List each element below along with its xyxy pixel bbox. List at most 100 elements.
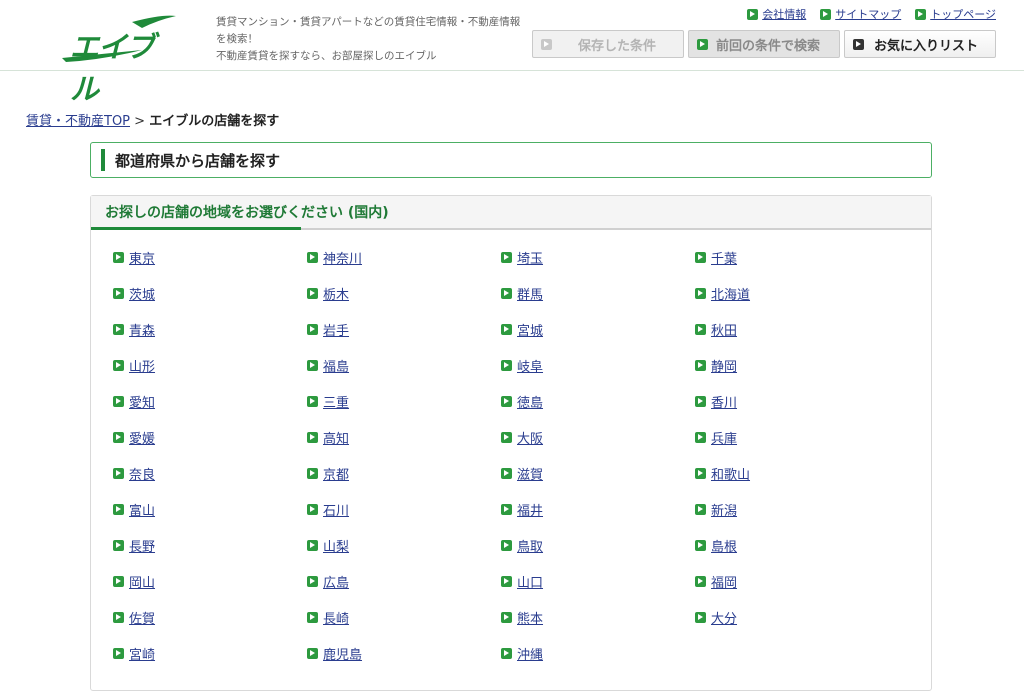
prefecture-link[interactable]: 岐阜 xyxy=(501,356,543,375)
prefecture-link[interactable]: 熊本 xyxy=(501,608,543,627)
prefecture-link[interactable]: 宮城 xyxy=(501,320,543,339)
prefecture-link[interactable]: 滋賀 xyxy=(501,464,543,483)
prefecture-label: 愛媛 xyxy=(129,432,156,447)
arrow-right-icon xyxy=(113,324,124,335)
prefecture-link[interactable]: 福井 xyxy=(501,500,543,519)
prefecture-link[interactable]: 千葉 xyxy=(695,248,737,267)
prefecture-link[interactable]: 山梨 xyxy=(307,536,349,555)
prefecture-label: 長崎 xyxy=(323,612,350,627)
favorites-list-button[interactable]: お気に入りリスト xyxy=(844,30,996,58)
arrow-right-icon xyxy=(307,360,318,371)
prefecture-link[interactable]: 岡山 xyxy=(113,572,155,591)
arrow-right-icon xyxy=(113,504,124,515)
arrow-right-icon xyxy=(307,252,318,263)
prefecture-link[interactable]: 徳島 xyxy=(501,392,543,411)
arrow-right-icon xyxy=(501,288,512,299)
prefecture-link[interactable]: 愛媛 xyxy=(113,428,155,447)
prefecture-link[interactable]: 岩手 xyxy=(307,320,349,339)
prefecture-link[interactable]: 茨城 xyxy=(113,284,155,303)
prefecture-label: 北海道 xyxy=(711,288,751,303)
arrow-right-icon xyxy=(113,252,124,263)
prefecture-link[interactable]: 北海道 xyxy=(695,284,750,303)
arrow-right-icon xyxy=(501,252,512,263)
prefecture-link[interactable]: 山形 xyxy=(113,356,155,375)
prefecture-label: 岩手 xyxy=(323,324,350,339)
arrow-right-icon xyxy=(695,504,706,515)
tagline-line: 賃貸マンション・賃貸アパートなどの賃貸住宅情報・不動産情報 xyxy=(216,16,521,28)
prefecture-link[interactable]: 奈良 xyxy=(113,464,155,483)
arrow-right-icon xyxy=(853,38,864,50)
arrow-right-icon xyxy=(695,360,706,371)
prefecture-label: 福島 xyxy=(323,360,350,375)
prefecture-link[interactable]: 愛知 xyxy=(113,392,155,411)
company-info-link[interactable]: 会社情報 xyxy=(747,6,806,22)
arrow-right-icon xyxy=(113,576,124,587)
arrow-right-icon xyxy=(820,8,832,20)
prefecture-label: 香川 xyxy=(711,396,738,411)
arrow-right-icon xyxy=(501,468,512,479)
prefecture-link[interactable]: 青森 xyxy=(113,320,155,339)
prefecture-link[interactable]: 栃木 xyxy=(307,284,349,303)
prefecture-label: 徳島 xyxy=(517,396,544,411)
previous-search-button[interactable]: 前回の条件で検索 xyxy=(688,30,840,58)
prefecture-link[interactable]: 長野 xyxy=(113,536,155,555)
prefecture-link[interactable]: 長崎 xyxy=(307,608,349,627)
arrow-right-icon xyxy=(307,540,318,551)
arrow-right-icon xyxy=(695,612,706,623)
prefecture-link[interactable]: 香川 xyxy=(695,392,737,411)
breadcrumb-home-link[interactable]: 賃貸・不動産TOP xyxy=(26,114,130,129)
saved-conditions-button[interactable]: 保存した条件 xyxy=(532,30,684,58)
top-page-link[interactable]: トップページ xyxy=(915,6,996,22)
prefecture-link[interactable]: 新潟 xyxy=(695,500,737,519)
prefecture-link[interactable]: 福岡 xyxy=(695,572,737,591)
prefecture-link[interactable]: 沖縄 xyxy=(501,644,543,663)
arrow-right-icon xyxy=(307,504,318,515)
prefecture-label: 長野 xyxy=(129,540,156,555)
prefecture-panel: お探しの店舗の地域をお選びください (国内) 東京 神奈川 埼玉 千葉 茨城 栃木 群馬 北海… xyxy=(90,195,932,691)
prefecture-link[interactable]: 東京 xyxy=(113,248,155,267)
prefecture-link[interactable]: 埼玉 xyxy=(501,248,543,267)
arrow-right-icon xyxy=(113,288,124,299)
prefecture-link[interactable]: 高知 xyxy=(307,428,349,447)
prefecture-label: 宮崎 xyxy=(129,648,156,663)
previous-search-label: 前回の条件で検索 xyxy=(716,38,821,54)
arrow-right-icon xyxy=(695,432,706,443)
prefecture-link[interactable]: 秋田 xyxy=(695,320,737,339)
prefecture-link[interactable]: 富山 xyxy=(113,500,155,519)
prefecture-link[interactable]: 佐賀 xyxy=(113,608,155,627)
prefecture-link[interactable]: 京都 xyxy=(307,464,349,483)
prefecture-link[interactable]: 静岡 xyxy=(695,356,737,375)
able-logo[interactable]: エイブル xyxy=(62,14,178,106)
arrow-right-icon xyxy=(307,576,318,587)
prefecture-link[interactable]: 大分 xyxy=(695,608,737,627)
prefecture-label: 千葉 xyxy=(711,252,738,267)
sitemap-link[interactable]: サイトマップ xyxy=(820,6,901,22)
prefecture-link[interactable]: 兵庫 xyxy=(695,428,737,447)
prefecture-link[interactable]: 鳥取 xyxy=(501,536,543,555)
arrow-right-icon xyxy=(307,288,318,299)
prefecture-label: 神奈川 xyxy=(323,252,363,267)
arrow-right-icon xyxy=(501,576,512,587)
prefecture-label: 秋田 xyxy=(711,324,738,339)
breadcrumb-separator: > xyxy=(134,114,146,129)
prefecture-link[interactable]: 三重 xyxy=(307,392,349,411)
prefecture-label: 富山 xyxy=(129,504,156,519)
prefecture-link[interactable]: 福島 xyxy=(307,356,349,375)
prefecture-label: 東京 xyxy=(129,252,156,267)
prefecture-link[interactable]: 大阪 xyxy=(501,428,543,447)
prefecture-link[interactable]: 和歌山 xyxy=(695,464,750,483)
arrow-right-icon xyxy=(113,468,124,479)
arrow-right-icon xyxy=(113,612,124,623)
prefecture-label: 兵庫 xyxy=(711,432,738,447)
prefecture-link[interactable]: 鹿児島 xyxy=(307,644,362,663)
prefecture-link[interactable]: 広島 xyxy=(307,572,349,591)
prefecture-link[interactable]: 群馬 xyxy=(501,284,543,303)
arrow-right-icon xyxy=(695,576,706,587)
arrow-right-icon xyxy=(307,612,318,623)
prefecture-link[interactable]: 神奈川 xyxy=(307,248,362,267)
prefecture-label: 山梨 xyxy=(323,540,350,555)
prefecture-link[interactable]: 島根 xyxy=(695,536,737,555)
prefecture-link[interactable]: 山口 xyxy=(501,572,543,591)
prefecture-link[interactable]: 宮崎 xyxy=(113,644,155,663)
prefecture-link[interactable]: 石川 xyxy=(307,500,349,519)
